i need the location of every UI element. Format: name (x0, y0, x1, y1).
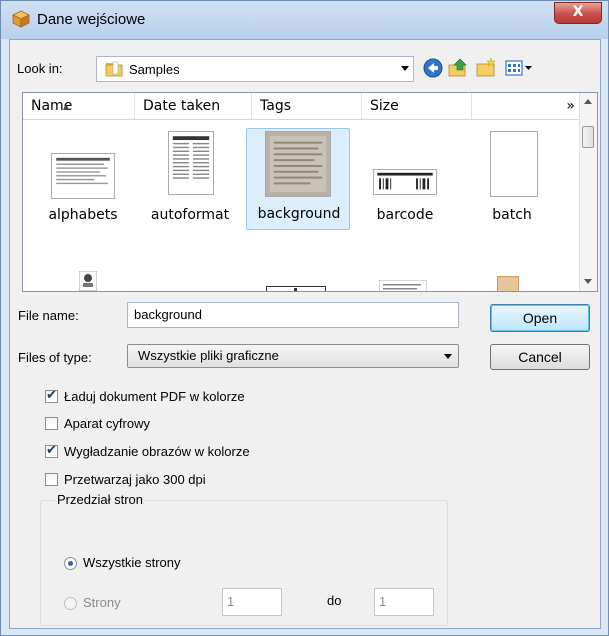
blank-page-thumbnail (490, 131, 538, 197)
file-item-background[interactable]: background (246, 128, 350, 230)
package-icon (12, 10, 30, 28)
more-columns-button[interactable]: » (472, 93, 583, 119)
file-name-label: File name: (18, 308, 79, 323)
look-in-value: Samples (129, 62, 180, 77)
checkbox-smoothing[interactable]: ✔ (45, 443, 58, 458)
folder-icon (105, 61, 123, 77)
checkbox-300dpi-label[interactable]: Przetwarzaj jako 300 dpi (64, 472, 206, 487)
file-list[interactable]: ▲ Name Date taken Tags Size » alphabets (22, 92, 598, 292)
window-title: Dane wejściowe (37, 11, 146, 28)
look-in-combo[interactable]: Samples (96, 56, 414, 82)
file-item-autoformat[interactable]: autoformat (138, 129, 242, 231)
checkmark-icon: ✔ (46, 388, 57, 403)
radio-pages[interactable] (64, 597, 77, 610)
checkbox-smoothing-label[interactable]: Wygładzanie obrazów w kolorze (64, 444, 250, 459)
document-thumbnail (51, 153, 115, 199)
radio-all-pages[interactable] (64, 557, 77, 570)
checkmark-icon: ✔ (46, 443, 57, 458)
radio-all-pages-label[interactable]: Wszystkie strony (83, 555, 181, 570)
column-header: ▲ Name Date taken Tags Size » (23, 93, 583, 120)
document-thumbnail (168, 131, 214, 195)
vertical-scrollbar[interactable] (579, 93, 597, 291)
image-thumbnail-partial (497, 276, 519, 291)
checkbox-pdf-color-label[interactable]: Ładuj dokument PDF w kolorze (64, 389, 245, 404)
column-tags[interactable]: Tags (252, 93, 362, 119)
dialog-window: Dane wejściowe X Look in: Samples ▲ Name… (0, 0, 609, 636)
checkbox-digital-camera-label[interactable]: Aparat cyfrowy (64, 416, 150, 431)
page-range-title: Przedział stron (55, 492, 145, 507)
document-thumbnail-partial (266, 286, 326, 291)
chevron-down-icon[interactable] (401, 66, 409, 71)
up-folder-icon[interactable] (447, 57, 469, 79)
file-item-label: batch (492, 207, 532, 223)
file-item-label: barcode (376, 207, 434, 223)
document-thumbnail-partial (379, 280, 427, 291)
column-size[interactable]: Size (362, 93, 472, 119)
barcode-thumbnail (373, 169, 437, 195)
image-thumbnail-partial (79, 271, 97, 291)
view-menu-icon[interactable] (504, 57, 534, 79)
checkbox-pdf-color[interactable]: ✔ (45, 388, 58, 403)
title-bar[interactable]: Dane wejściowe X (1, 1, 608, 39)
file-name-input[interactable]: background (127, 302, 459, 328)
look-in-label: Look in: (17, 61, 63, 76)
back-icon[interactable] (422, 57, 444, 79)
file-item-label: alphabets (48, 207, 118, 223)
checkbox-digital-camera[interactable] (45, 417, 58, 430)
cancel-button[interactable]: Cancel (490, 344, 590, 370)
file-item-alphabets[interactable]: alphabets (31, 129, 135, 231)
scroll-down-icon[interactable] (584, 279, 592, 284)
page-to-label: do (327, 593, 342, 608)
page-from-input[interactable]: 1 (222, 588, 282, 616)
open-button[interactable]: Open (490, 304, 590, 332)
sort-ascending-icon: ▲ (63, 102, 70, 111)
dialog-body: Look in: Samples ▲ Name Date taken Tags … (9, 39, 601, 629)
column-name[interactable]: ▲ Name (23, 93, 135, 119)
chevron-down-icon[interactable] (444, 354, 452, 359)
page-to-input[interactable]: 1 (374, 588, 434, 616)
new-folder-icon[interactable] (475, 57, 497, 79)
files-of-type-select[interactable]: Wszystkie pliki graficzne (127, 344, 459, 368)
file-item-barcode[interactable]: barcode (353, 129, 457, 231)
file-item-label: autoformat (150, 207, 230, 223)
radio-pages-label[interactable]: Strony (83, 595, 121, 610)
column-date-taken[interactable]: Date taken (135, 93, 252, 119)
checkbox-300dpi[interactable] (45, 473, 58, 486)
close-button[interactable]: X (554, 2, 602, 24)
files-of-type-label: Files of type: (18, 350, 92, 365)
scroll-up-icon[interactable] (584, 99, 592, 104)
radio-selected-dot (68, 561, 73, 566)
file-item-label: background (257, 206, 341, 222)
file-item-batch[interactable]: batch (460, 129, 564, 231)
scrollbar-thumb[interactable] (582, 126, 594, 148)
files-of-type-value: Wszystkie pliki graficzne (138, 348, 279, 363)
image-thumbnail (265, 131, 331, 197)
